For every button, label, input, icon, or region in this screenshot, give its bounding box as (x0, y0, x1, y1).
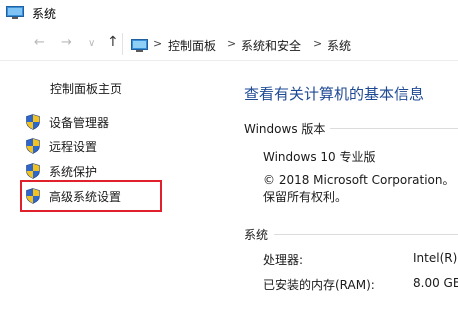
sidebar-item-label: 远程设置 (49, 139, 98, 154)
breadcrumb-system-security[interactable]: 系统和安全 (241, 37, 301, 54)
copyright-text: © 2018 Microsoft Corporation。 (263, 173, 455, 187)
system-section-label: 系统 (244, 228, 269, 242)
processor-label: 处理器: (263, 253, 304, 267)
page-title: 查看有关计算机的基本信息 (244, 85, 425, 103)
sidebar-item-label: 系统保护 (49, 164, 98, 179)
highlight-box (20, 180, 162, 212)
shield-icon (26, 163, 40, 179)
back-button[interactable]: ← (34, 35, 45, 50)
sidebar-item-system-protection[interactable]: 系统保护 (26, 162, 97, 180)
system-window-icon (6, 5, 24, 19)
shield-icon (26, 114, 40, 130)
control-panel-home-link[interactable]: 控制面板主页 (50, 80, 122, 97)
breadcrumb-separator[interactable]: > (227, 37, 236, 50)
address-bar-divider (122, 33, 123, 55)
forward-button[interactable]: → (61, 35, 72, 50)
address-bar-border (0, 60, 458, 61)
windows-edition-section-label: Windows 版本 (244, 122, 326, 136)
section-divider (274, 234, 458, 235)
ram-value: 8.00 GB (413, 276, 458, 290)
processor-value: Intel(R) (413, 251, 458, 265)
windows-edition-value: Windows 10 专业版 (263, 150, 376, 164)
breadcrumb-system[interactable]: 系统 (327, 37, 351, 54)
window-title: 系统 (32, 7, 57, 21)
rights-text: 保留所有权利。 (263, 190, 348, 204)
up-button[interactable]: ↑ (107, 34, 119, 50)
recent-locations-button[interactable]: ∨ (88, 38, 95, 49)
sidebar-item-device-manager[interactable]: 设备管理器 (26, 113, 109, 131)
breadcrumb-separator[interactable]: > (313, 37, 322, 50)
section-divider (330, 128, 458, 129)
sidebar-item-label: 设备管理器 (49, 115, 110, 130)
sidebar-item-remote-settings[interactable]: 远程设置 (26, 137, 97, 155)
ram-label: 已安装的内存(RAM): (263, 278, 375, 292)
breadcrumb-control-panel[interactable]: 控制面板 (168, 37, 216, 54)
breadcrumb-separator[interactable]: > (153, 37, 162, 50)
shield-icon (26, 138, 40, 154)
control-panel-icon (131, 38, 148, 52)
